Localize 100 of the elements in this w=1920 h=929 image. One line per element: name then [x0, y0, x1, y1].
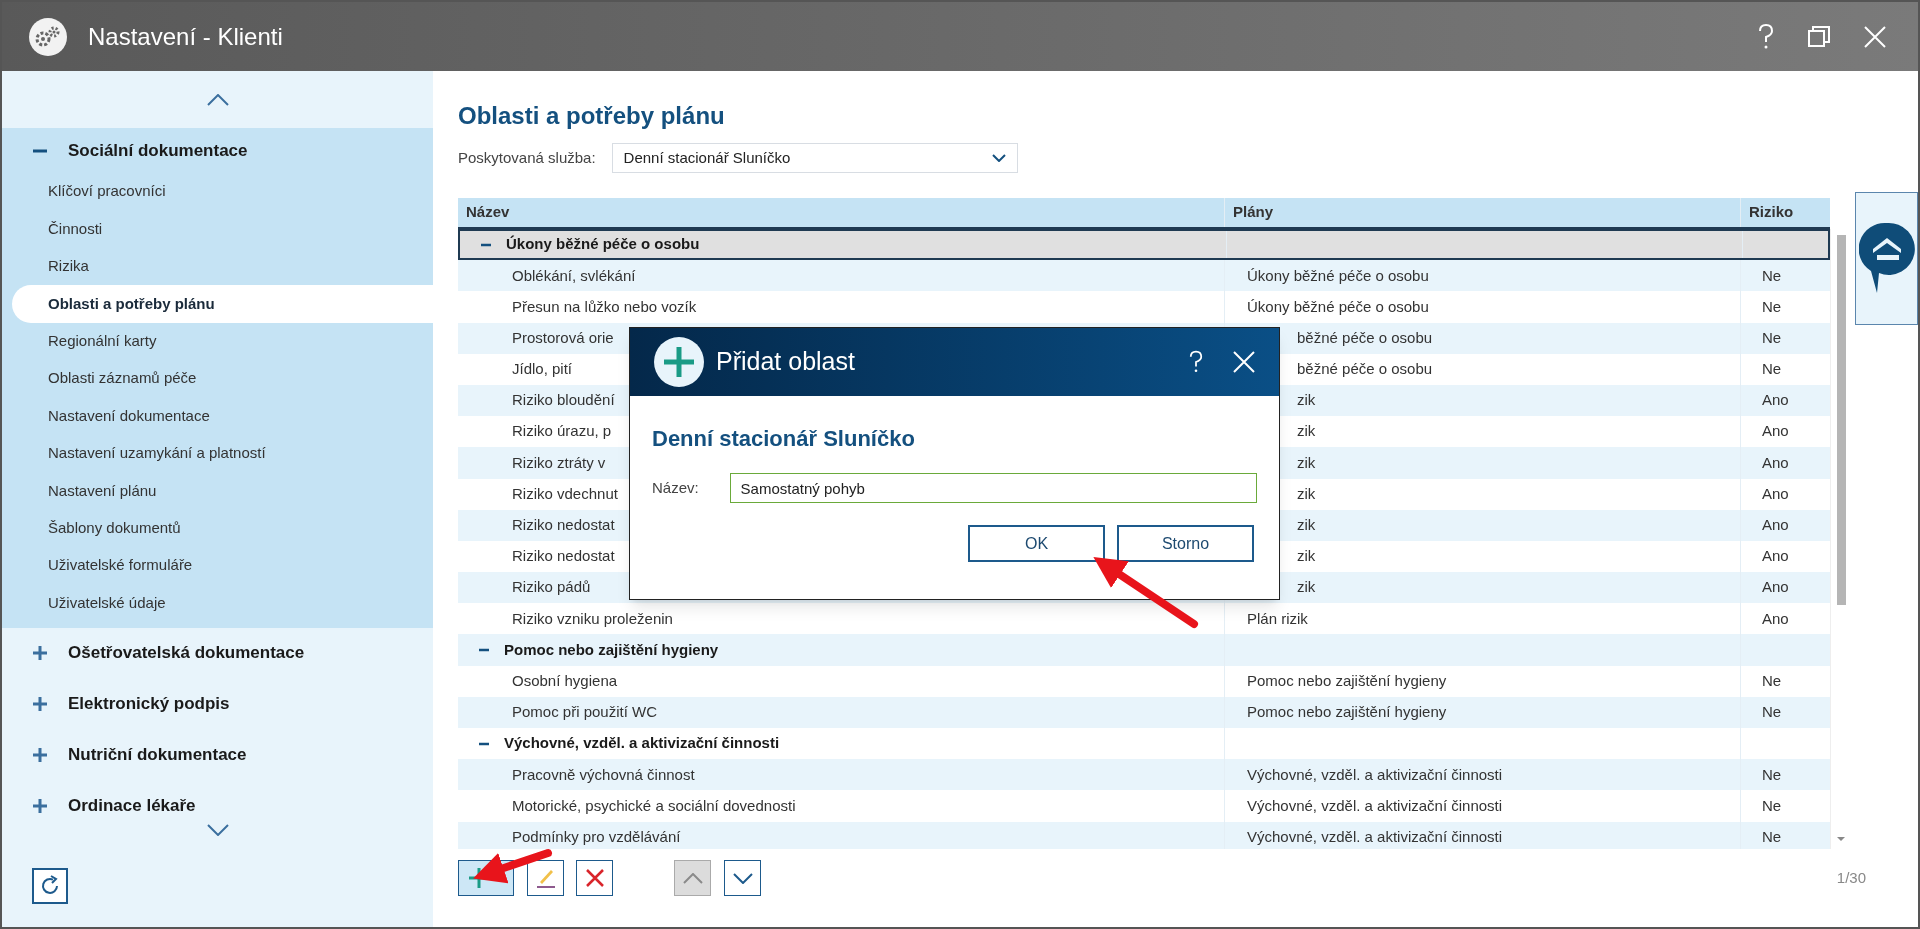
- sidebar-item[interactable]: Uživatelské formuláře: [48, 554, 193, 577]
- delete-icon: [585, 869, 604, 887]
- edit-button[interactable]: [527, 860, 564, 896]
- table-cell-text: Pracovně výchovná činnost: [512, 764, 695, 785]
- section-header[interactable]: Elektronický podpis: [68, 691, 230, 717]
- table-cell-text: Podmínky pro vzdělávání: [512, 826, 681, 847]
- table-cell-text: běžné péče o osobu: [1297, 359, 1433, 380]
- field-label: Název:: [652, 477, 700, 498]
- help-icon[interactable]: [1758, 23, 1774, 50]
- restore-icon[interactable]: [1808, 25, 1830, 48]
- table-cell-text: Ano: [1762, 546, 1789, 567]
- table-cell-text: Ano: [1762, 608, 1789, 629]
- table-cell-text: Riziko bloudění: [512, 390, 615, 411]
- sidebar-item[interactable]: Rizika: [48, 255, 89, 278]
- table-cell-text: Riziko nedostat: [512, 546, 615, 567]
- table-cell-text: Ano: [1762, 577, 1789, 598]
- table-cell-text: Výchovné, vzděl. a aktivizační činnosti: [1247, 826, 1503, 847]
- table-cell-text: Ne: [1762, 702, 1782, 723]
- chevron-up-icon: [682, 872, 703, 884]
- table-cell-text: Oblékání, svlékání: [512, 265, 636, 286]
- table-cell-text: Pomoc nebo zajištění hygieny: [1247, 670, 1447, 691]
- table-cell-text: Ne: [1762, 670, 1782, 691]
- table-cell-text: Motorické, psychické a sociální dovednosti: [512, 795, 796, 816]
- table-cell-text: Riziko úrazu, p: [512, 421, 612, 442]
- help-panel[interactable]: [1855, 192, 1918, 325]
- table-cell-text: zik: [1297, 577, 1316, 598]
- service-label: Poskytovaná služba:: [458, 147, 596, 168]
- group-row[interactable]: Pomoc nebo zajištění hygieny: [458, 634, 1830, 666]
- sidebar-item[interactable]: Oblasti záznamů péče: [48, 367, 197, 390]
- table-cell-text: Riziko vzniku proleženin: [512, 608, 673, 629]
- column-header[interactable]: Název: [458, 198, 1224, 227]
- plus-icon: [654, 337, 704, 387]
- sidebar-item[interactable]: Nastavení plánu: [48, 479, 157, 503]
- table-cell-text: Pomoc při použití WC: [512, 702, 658, 723]
- page-counter: 1/30: [1836, 867, 1866, 888]
- refresh-icon: [39, 875, 61, 897]
- table-cell-text: zik: [1297, 515, 1316, 536]
- table-cell-text: Úkony běžné péče o osobu: [1247, 296, 1429, 317]
- table-cell-text: Pomoc nebo zajištění hygieny: [1247, 702, 1447, 723]
- plus-icon[interactable]: [32, 798, 48, 815]
- table-cell-text: Ne: [1762, 359, 1782, 380]
- table-cell-text: Ano: [1762, 452, 1789, 473]
- table-cell-text: Ano: [1762, 483, 1789, 504]
- table-cell-text: Riziko vdechnut: [512, 483, 618, 504]
- sidebar-item[interactable]: Klíčoví pracovníci: [48, 180, 166, 203]
- sidebar-item[interactable]: Oblasti a potřeby plánu: [12, 285, 433, 323]
- table-cell-text: Výchovné, vzděl. a aktivizační činnosti: [1247, 795, 1503, 816]
- table-cell-text: zik: [1297, 421, 1316, 442]
- table-cell-text: běžné péče o osobu: [1297, 327, 1433, 348]
- sidebar-item[interactable]: Šablony dokumentů: [48, 516, 181, 540]
- sidebar-item[interactable]: Regionální karty: [48, 330, 157, 353]
- group-row[interactable]: Úkony běžné péče o osobu: [458, 229, 1830, 261]
- close-icon[interactable]: [1233, 351, 1255, 373]
- plus-icon[interactable]: [32, 696, 48, 713]
- dialog-title: Přidat oblast: [716, 346, 855, 378]
- sidebar-item[interactable]: Nastavení dokumentace: [48, 404, 210, 428]
- sidebar-item[interactable]: Uživatelské údaje: [48, 591, 166, 615]
- table-cell-text: Riziko ztráty v: [512, 452, 606, 473]
- refresh-button[interactable]: [32, 868, 68, 904]
- sidebar-item[interactable]: Činnosti: [48, 217, 103, 241]
- plus-icon[interactable]: [32, 747, 48, 764]
- chevron-down-icon: [991, 154, 1006, 162]
- page-title: Oblasti a potřeby plánu: [458, 101, 726, 131]
- table-cell-text: Ne: [1762, 265, 1782, 286]
- table-cell-text: Úkony běžné péče o osobu: [1247, 265, 1429, 286]
- table-cell-text: Jídlo, pití: [512, 359, 573, 380]
- group-name: Výchovné, vzděl. a aktivizační činnosti: [504, 733, 780, 754]
- table-cell-text: Riziko nedostat: [512, 515, 615, 536]
- table-cell-text: Riziko pádů: [512, 577, 591, 598]
- section-header[interactable]: Nutriční dokumentace: [68, 742, 247, 768]
- group-name: Úkony běžné péče o osobu: [506, 234, 700, 255]
- table-cell-text: Prostorová orie: [512, 327, 614, 348]
- table-cell-text: zik: [1297, 452, 1316, 473]
- table-cell-text: Ano: [1762, 515, 1789, 536]
- section-header[interactable]: Ordinace lékaře: [68, 793, 196, 815]
- column-header[interactable]: Riziko: [1740, 198, 1830, 227]
- group-name: Pomoc nebo zajištění hygieny: [504, 639, 719, 660]
- sidebar-item[interactable]: Nastavení uzamykání a platností: [48, 442, 266, 465]
- section-header[interactable]: Ošetřovatelská dokumentace: [68, 640, 305, 666]
- move-down-button[interactable]: [724, 860, 761, 896]
- table-cell-text: Ne: [1762, 296, 1782, 317]
- chevron-up-icon[interactable]: [206, 93, 229, 106]
- name-input-field[interactable]: Samostatný pohyb: [729, 473, 1257, 503]
- delete-button[interactable]: [576, 860, 613, 896]
- service-dropdown[interactable]: Denní stacionář Sluníčko: [611, 143, 1018, 173]
- close-icon[interactable]: [1864, 25, 1886, 48]
- table-cell-text: Ne: [1762, 764, 1782, 785]
- chevron-down-icon: [732, 872, 753, 884]
- table-cell-text: zik: [1297, 483, 1316, 504]
- section-header[interactable]: Sociální dokumentace: [68, 137, 248, 164]
- table-cell-text: Ne: [1762, 826, 1782, 847]
- cancel-button[interactable]: Storno: [1117, 525, 1254, 562]
- table-cell-text: Ne: [1762, 327, 1782, 348]
- column-header[interactable]: Plány: [1224, 198, 1740, 227]
- help-icon[interactable]: [1189, 350, 1203, 374]
- table-cell-text: Výchovné, vzděl. a aktivizační činnosti: [1247, 764, 1503, 785]
- table-cell-text: Ano: [1762, 421, 1789, 442]
- plus-icon[interactable]: [32, 645, 48, 662]
- ok-button[interactable]: OK: [968, 525, 1105, 562]
- chevron-down-icon[interactable]: [206, 824, 229, 836]
